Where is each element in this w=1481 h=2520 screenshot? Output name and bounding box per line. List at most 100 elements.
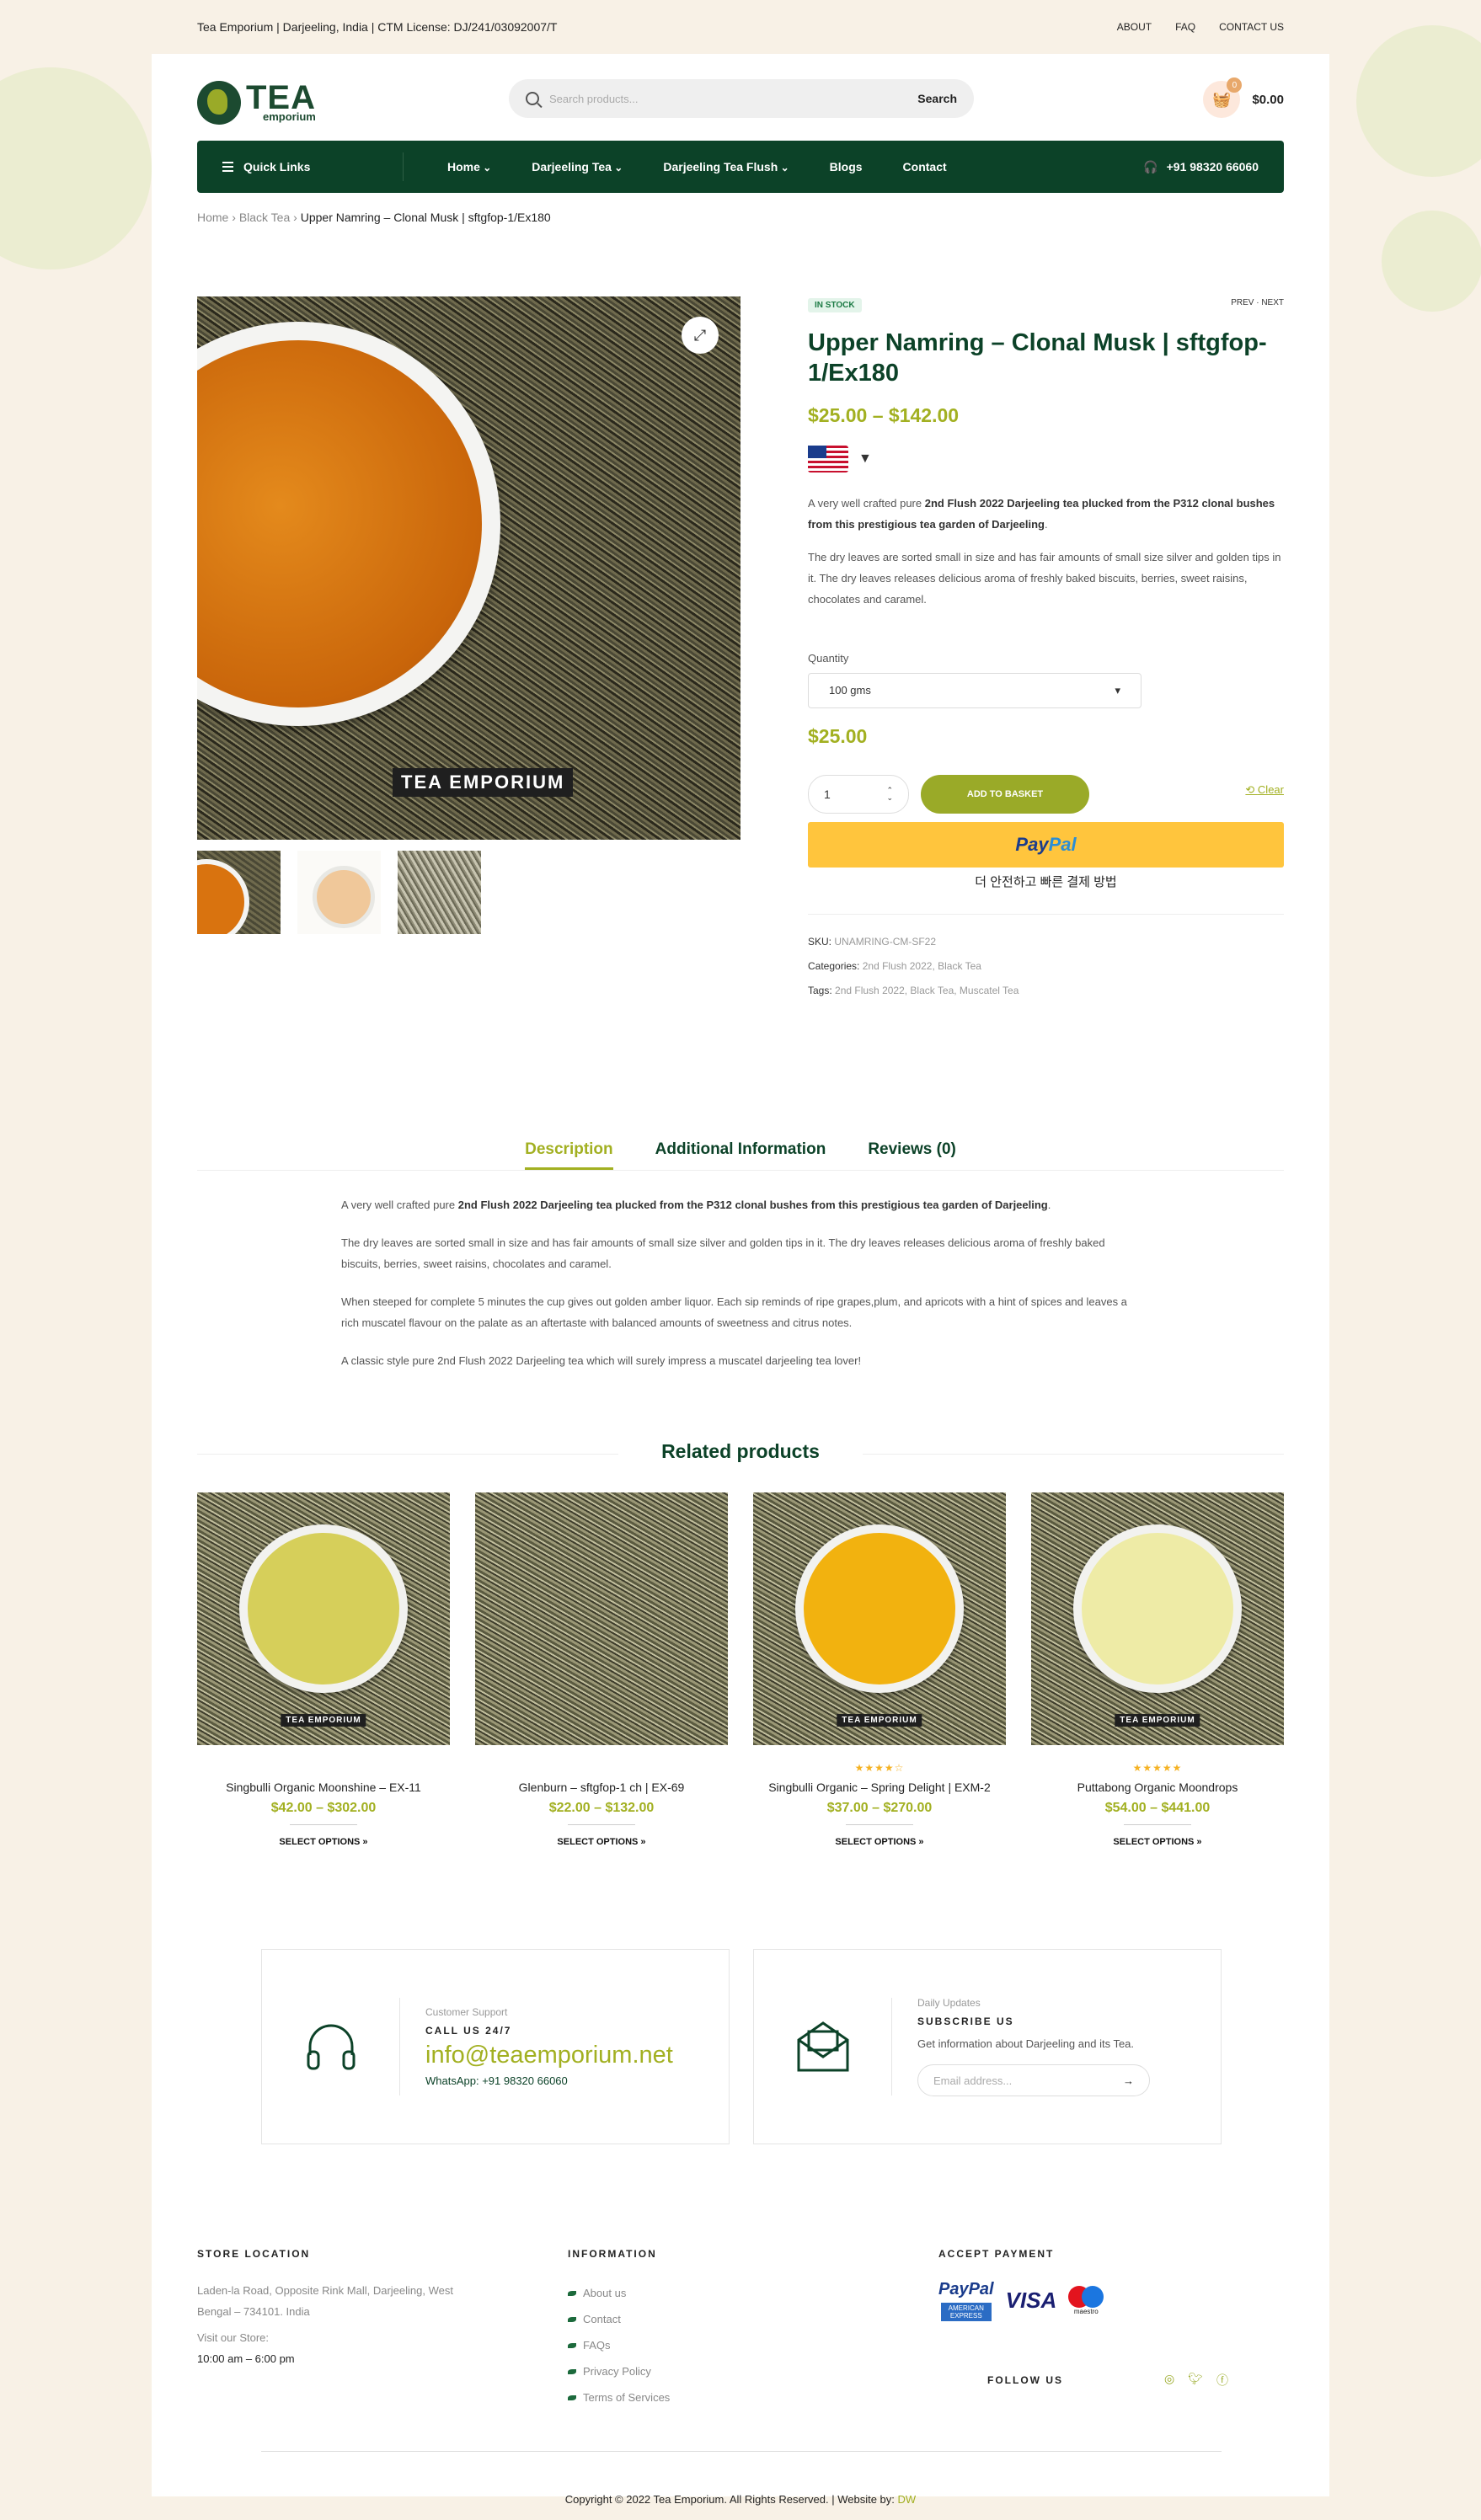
categories-links[interactable]: 2nd Flush 2022, Black Tea — [863, 960, 981, 972]
headset-icon: 🎧 — [1143, 159, 1158, 174]
next-link[interactable]: NEXT — [1261, 298, 1284, 307]
quick-links-button[interactable]: Quick Links — [197, 152, 404, 181]
search-input[interactable]: Search products... — [549, 93, 917, 105]
store-hours: 10:00 am – 6:00 pm — [197, 2352, 295, 2365]
thumbnail-3[interactable] — [398, 851, 481, 934]
product-card-image[interactable]: TEA EMPORIUM — [1031, 1492, 1284, 1745]
store-location-heading: STORE LOCATION — [197, 2248, 311, 2260]
breadcrumb: Home › Black Tea › Upper Namring – Clona… — [197, 211, 551, 224]
nav-item-blogs[interactable]: Blogs — [830, 160, 863, 174]
paypal-subtext: 더 안전하고 빠른 결제 방법 — [975, 874, 1117, 889]
description-paragraph: The dry leaves are sorted small in size … — [341, 1236, 1105, 1270]
quantity-select[interactable]: 100 gms ▾ — [808, 672, 1141, 708]
tab-description[interactable]: Description — [525, 1140, 613, 1170]
product-tabs: Description Additional Information Revie… — [197, 1140, 1284, 1171]
product-card: TEA EMPORIUM ★ Singbulli Organic Moonshi… — [197, 1492, 450, 1847]
zoom-icon[interactable]: ⤢ — [682, 317, 719, 354]
sku-label: SKU: — [808, 935, 832, 948]
arrow-right-icon[interactable]: → — [1123, 2074, 1134, 2087]
tab-additional-information[interactable]: Additional Information — [655, 1140, 826, 1170]
envelope-icon — [754, 1998, 892, 2096]
payment-heading: ACCEPT PAYMENT — [938, 2248, 1055, 2260]
twitter-icon[interactable]: 🐦︎ — [1188, 2372, 1203, 2389]
nav-item-darjeeling-tea[interactable]: Darjeeling Tea — [532, 160, 623, 174]
rating-stars: ★★★★★ — [1132, 1762, 1183, 1774]
related-products-grid: TEA EMPORIUM ★ Singbulli Organic Moonshi… — [197, 1492, 1284, 1847]
breadcrumb-home[interactable]: Home — [197, 211, 228, 224]
quantity-selected: 100 gms — [829, 684, 871, 697]
nav-phone[interactable]: 🎧 +91 98320 66060 — [1143, 160, 1259, 174]
product-card-name[interactable]: Puttabong Organic Moondrops — [1031, 1779, 1284, 1796]
support-whatsapp[interactable]: WhatsApp: +91 98320 66060 — [425, 2074, 673, 2087]
product-card-price: $22.00 – $132.00 — [548, 1801, 655, 1815]
tags-label: Tags: — [808, 984, 832, 996]
paypal-button[interactable]: Pay Pal — [808, 821, 1284, 868]
product-card-image[interactable] — [475, 1492, 728, 1745]
contact-us-link[interactable]: CONTACT US — [1219, 21, 1284, 33]
clear-link[interactable]: ⟲ Clear — [1245, 783, 1284, 797]
site-logo[interactable]: TEA emporium — [197, 81, 316, 125]
footer-store-location: STORE LOCATION Laden-la Road, Opposite R… — [197, 2248, 475, 2369]
support-email[interactable]: info@teaemporium.net — [425, 2042, 673, 2069]
description-paragraph: A classic style pure 2nd Flush 2022 Darj… — [341, 1354, 862, 1367]
add-to-cart-form: 1 ⌃ ⌄ ADD TO BASKET — [808, 774, 1284, 814]
quantity-stepper[interactable]: 1 ⌃ ⌄ — [808, 774, 909, 814]
credit-link[interactable]: DW — [898, 2493, 917, 2506]
description-paragraph: A very well crafted pure 2nd Flush 2022 … — [341, 1199, 1051, 1211]
currency-switcher[interactable]: ▼ — [808, 445, 1284, 472]
thumbnail-1[interactable] — [197, 851, 281, 934]
select-options-button[interactable]: SELECT OPTIONS » — [475, 1837, 728, 1847]
page-container: TEA emporium Search products... Search 🧺… — [152, 54, 1329, 2506]
quantity-value[interactable]: 1 — [824, 788, 831, 801]
cart-count-badge: 0 — [1227, 77, 1243, 93]
product-meta: SKU: UNAMRING-CM-SF22 Categories: 2nd Fl… — [808, 913, 1284, 1003]
rating-stars: ★★★★☆ — [854, 1762, 905, 1774]
footer-link-terms[interactable]: Terms of Services — [568, 2384, 821, 2411]
information-heading: INFORMATION — [568, 2248, 657, 2260]
product-card-price: $42.00 – $302.00 — [270, 1801, 377, 1815]
nav-item-contact[interactable]: Contact — [903, 160, 947, 174]
email-placeholder: Email address... — [933, 2074, 1013, 2087]
quantity-label: Quantity — [808, 651, 849, 665]
product-card-image[interactable]: TEA EMPORIUM — [197, 1492, 450, 1745]
product-card-name[interactable]: Singbulli Organic Moonshine – EX-11 — [197, 1779, 450, 1796]
basket-icon[interactable]: 🧺 0 — [1203, 77, 1243, 118]
top-bar: Tea Emporium | Darjeeling, India | CTM L… — [0, 0, 1481, 54]
tags-links[interactable]: 2nd Flush 2022, Black Tea, Muscatel Tea — [835, 985, 1019, 996]
categories-label: Categories: — [808, 959, 860, 972]
facebook-icon[interactable]: ⓕ — [1216, 2372, 1228, 2389]
footer-link-contact[interactable]: Contact — [568, 2306, 821, 2332]
variation-price: $25.00 — [808, 724, 868, 747]
tab-reviews[interactable]: Reviews (0) — [868, 1140, 956, 1170]
select-options-button[interactable]: SELECT OPTIONS » — [753, 1837, 1006, 1847]
support-kicker: Customer Support — [425, 2006, 508, 2018]
footer-link-faqs[interactable]: FAQs — [568, 2332, 821, 2358]
footer-link-about[interactable]: About us — [568, 2280, 821, 2306]
breadcrumb-current: Upper Namring – Clonal Musk | sftgfop-1/… — [300, 211, 551, 224]
footer-link-privacy[interactable]: Privacy Policy — [568, 2358, 821, 2384]
subscribe-heading: SUBSCRIBE US — [917, 2015, 1014, 2027]
related-products-heading: Related products — [197, 1440, 1284, 1463]
instagram-icon[interactable]: ◎ — [1164, 2372, 1174, 2389]
select-options-button[interactable]: SELECT OPTIONS » — [1031, 1837, 1284, 1847]
nav-item-home[interactable]: Home — [447, 160, 491, 174]
cart[interactable]: 🧺 0 $0.00 — [1203, 77, 1284, 118]
search-button[interactable]: Search — [917, 92, 957, 105]
select-options-button[interactable]: SELECT OPTIONS » — [197, 1837, 450, 1847]
stepper-arrows-icon[interactable]: ⌃ ⌄ — [886, 786, 893, 802]
product-main-image[interactable]: TEA EMPORIUM ⤢ — [197, 296, 740, 840]
email-field[interactable]: Email address... → — [917, 2064, 1150, 2096]
faq-link[interactable]: FAQ — [1175, 21, 1195, 33]
product-card-price: $54.00 – $441.00 — [1104, 1801, 1211, 1815]
about-link[interactable]: ABOUT — [1117, 21, 1152, 33]
product-card-image[interactable]: TEA EMPORIUM — [753, 1492, 1006, 1745]
add-to-basket-button[interactable]: ADD TO BASKET — [921, 774, 1089, 814]
search-bar[interactable]: Search products... Search — [509, 79, 974, 118]
product-card-name[interactable]: Glenburn – sftgfop-1 ch | EX-69 — [475, 1779, 728, 1796]
leaf-icon — [568, 2290, 576, 2296]
product-card-name[interactable]: Singbulli Organic – Spring Delight | EXM… — [753, 1779, 1006, 1796]
nav-item-darjeeling-tea-flush[interactable]: Darjeeling Tea Flush — [663, 160, 789, 174]
breadcrumb-category[interactable]: Black Tea — [239, 211, 290, 224]
prev-link[interactable]: PREV — [1231, 298, 1254, 307]
thumbnail-2[interactable] — [297, 851, 381, 934]
